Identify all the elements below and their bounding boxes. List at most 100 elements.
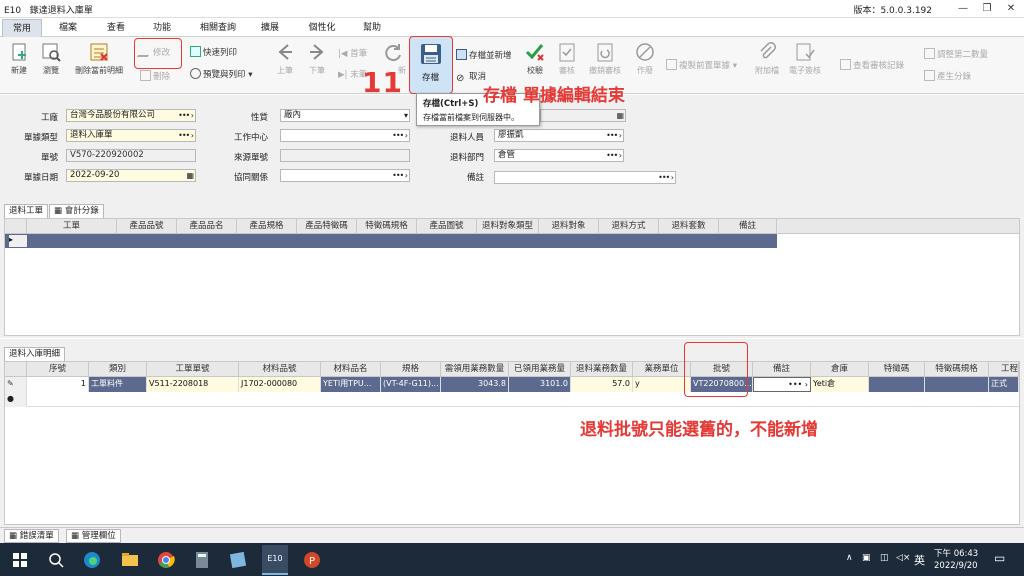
col-issued-qty: 已領用業務量 xyxy=(509,362,571,377)
restore-button[interactable]: ❐ xyxy=(976,1,998,17)
detail-grid[interactable]: 序號 類別 工單單號 材料品號 材料品名 規格 需領用業務數量 已領用業務量 退… xyxy=(4,361,1020,525)
doc-date-field[interactable]: 2022-09-20 ▦ xyxy=(66,169,196,182)
menu-common[interactable]: 常用 xyxy=(2,19,42,37)
wifi-icon[interactable]: ◫ xyxy=(880,553,889,563)
menu-function[interactable]: 功能 xyxy=(142,19,182,37)
menu-file[interactable]: 檔案 xyxy=(48,19,88,37)
col-seq: 序號 xyxy=(27,362,89,377)
detail-grid-new-row[interactable]: ● xyxy=(5,392,1019,407)
calculator-icon[interactable] xyxy=(190,548,214,572)
delete-detail-icon xyxy=(90,43,108,61)
remark-field[interactable]: ••• › xyxy=(494,171,676,184)
delete-button[interactable]: 刪除 xyxy=(140,70,170,85)
notes-app-icon[interactable] xyxy=(226,548,250,572)
batch-note-annotation: 退料批號只能選舊的，不能新增 xyxy=(580,420,818,440)
network-icon[interactable]: ▣ xyxy=(862,553,871,563)
quick-print-button[interactable]: 快速列印 xyxy=(190,46,237,61)
menu-related-query[interactable]: 相關查詢 xyxy=(190,19,246,37)
save-button[interactable]: 存檔 xyxy=(409,36,453,94)
edge-browser-icon[interactable] xyxy=(80,548,104,572)
modify-button[interactable]: 修改 xyxy=(136,46,170,61)
powerpoint-icon[interactable]: P xyxy=(300,548,324,572)
upper-section: 退料工單 ▦ 會計分錄 工單 產品品號 產品品名 產品規格 產品特徵碼 特徵碼規格… xyxy=(0,202,1024,338)
browse-icon xyxy=(42,43,61,62)
tab-accounting-entry[interactable]: ▦ 會計分錄 xyxy=(49,204,104,218)
return-person-field[interactable]: 廖振凱 ••• › xyxy=(494,129,624,142)
adjust-second-qty-button[interactable]: 調整第二數量 xyxy=(924,48,988,63)
notification-icon[interactable]: ▭ xyxy=(994,551,1005,565)
view-approval-log-button[interactable]: 查看審核記錄 xyxy=(840,59,904,74)
workorder-grid-row[interactable]: ▸ xyxy=(5,234,777,248)
paperclip-icon xyxy=(760,42,776,59)
e10-app-icon[interactable]: E10 xyxy=(262,545,288,575)
delete-current-detail-button[interactable]: 刪除當前明細 xyxy=(70,39,128,89)
minimize-button[interactable]: — xyxy=(952,1,974,17)
source-doc-field[interactable] xyxy=(280,149,410,162)
edit-pencil-icon: ✎ xyxy=(5,377,27,392)
col-required-qty: 需領用業務數量 xyxy=(441,362,509,377)
calendar-icon[interactable]: ▦ xyxy=(186,170,194,181)
ime-indicator[interactable]: 英 xyxy=(914,552,925,568)
factory-label: 工廠 xyxy=(40,113,58,123)
tray-chevron-icon[interactable]: ∧ xyxy=(846,553,853,563)
generate-entry-button[interactable]: 產生分錄 xyxy=(924,70,971,85)
return-person-label: 退料人員 xyxy=(449,133,484,143)
tab-return-workorder[interactable]: 退料工單 xyxy=(4,204,49,218)
void-button[interactable]: 作廢 xyxy=(628,39,662,89)
nature-select[interactable]: 廠內 ▾ xyxy=(280,109,410,122)
prev-record-button[interactable]: 上筆 xyxy=(268,39,302,89)
menu-help[interactable]: 幫助 xyxy=(352,19,392,37)
tab-error-list[interactable]: ▦ 錯誤清單 xyxy=(4,529,59,543)
doc-no-field[interactable]: V570-220920002 xyxy=(66,149,196,162)
esign-button[interactable]: 電子簽核 xyxy=(788,39,822,89)
collab-field[interactable]: ••• › xyxy=(280,169,410,182)
version-label: 版本：5.0.0.3.192 xyxy=(853,6,932,16)
attach-button[interactable]: 附加檔 xyxy=(750,39,784,89)
close-button[interactable]: ✕ xyxy=(1000,1,1022,17)
work-center-field[interactable]: ••• › xyxy=(280,129,410,142)
app-window: E10 錄達退料入庫單 版本：5.0.0.3.192 — ❐ ✕ 常用 檔案 查… xyxy=(0,0,1024,576)
pencil-icon xyxy=(136,46,155,57)
windows-start-icon[interactable] xyxy=(8,548,32,572)
tab-management-fields[interactable]: ▦ 管理欄位 xyxy=(66,529,121,543)
clock-time[interactable]: 下午 06:43 xyxy=(934,547,978,559)
workorder-grid[interactable]: 工單 產品品號 產品品名 產品規格 產品特徵碼 特徵碼規格 產品圖號 退料對象類… xyxy=(4,218,1020,336)
check-cross-icon xyxy=(525,44,544,61)
col-remark: 備註 xyxy=(719,219,777,234)
col-unit: 業務單位 xyxy=(633,362,691,377)
search-icon[interactable] xyxy=(44,548,68,572)
new-button[interactable]: 新建 xyxy=(2,39,36,89)
copy-prev-doc-button[interactable]: 複製前置單據 ▾ xyxy=(666,59,737,74)
cancel-button[interactable]: ⊘ 取消 xyxy=(456,70,486,85)
detail-grid-row[interactable]: ✎ 1 工單料件 V511-2208018 J1702-000080 YETI用… xyxy=(5,377,1019,392)
first-record-button[interactable]: |◀ 首筆 xyxy=(338,47,367,62)
collab-label: 協同關係 xyxy=(233,173,268,183)
col-material-no: 材料品號 xyxy=(239,362,321,377)
menu-extend[interactable]: 擴展 xyxy=(250,19,290,37)
return-dept-field[interactable]: 倉管 ••• › xyxy=(494,149,624,162)
save-note-annotation: 存檔 單據編輯結束 xyxy=(483,86,625,106)
volume-icon[interactable]: ◁× xyxy=(896,553,910,563)
calendar-icon[interactable]: ▦ xyxy=(616,110,624,121)
menu-personalize[interactable]: 個性化 xyxy=(300,19,344,37)
col-feature-code: 特徵碼 xyxy=(869,362,925,377)
menu-view[interactable]: 查看 xyxy=(96,19,136,37)
lower-section: 退料入庫明細 序號 類別 工單單號 材料品號 材料品名 規格 需領用業務數量 已… xyxy=(0,339,1024,527)
svg-text:P: P xyxy=(309,556,315,567)
doc-type-field[interactable]: 退料入庫單 ••• › xyxy=(66,129,196,142)
remark-cell-editor[interactable]: ••• › xyxy=(753,377,811,392)
factory-field[interactable]: 台灣今品股份有限公司 ••• › xyxy=(66,109,196,122)
clock-date[interactable]: 2022/9/20 xyxy=(934,561,978,571)
save-and-new-button[interactable]: 存檔並新增 xyxy=(456,49,512,64)
remark-label: 備註 xyxy=(466,173,484,183)
bottom-tab-bar: ▦ 錯誤清單 ▦ 管理欄位 xyxy=(0,527,1024,543)
chrome-icon[interactable] xyxy=(154,548,178,572)
browse-button[interactable]: 瀏覽 xyxy=(34,39,68,89)
next-record-button[interactable]: 下筆 xyxy=(300,39,334,89)
folder-icon[interactable] xyxy=(118,548,142,572)
preview-print-button[interactable]: 預覽與列印 ▾ xyxy=(190,68,252,83)
hidden-date-field[interactable]: ▦ xyxy=(540,109,626,122)
log-icon xyxy=(840,59,851,70)
workorder-grid-header: 工單 產品品號 產品品名 產品規格 產品特徵碼 特徵碼規格 產品圖號 退料對象類… xyxy=(5,219,1019,234)
tab-return-detail[interactable]: 退料入庫明細 xyxy=(4,347,66,361)
